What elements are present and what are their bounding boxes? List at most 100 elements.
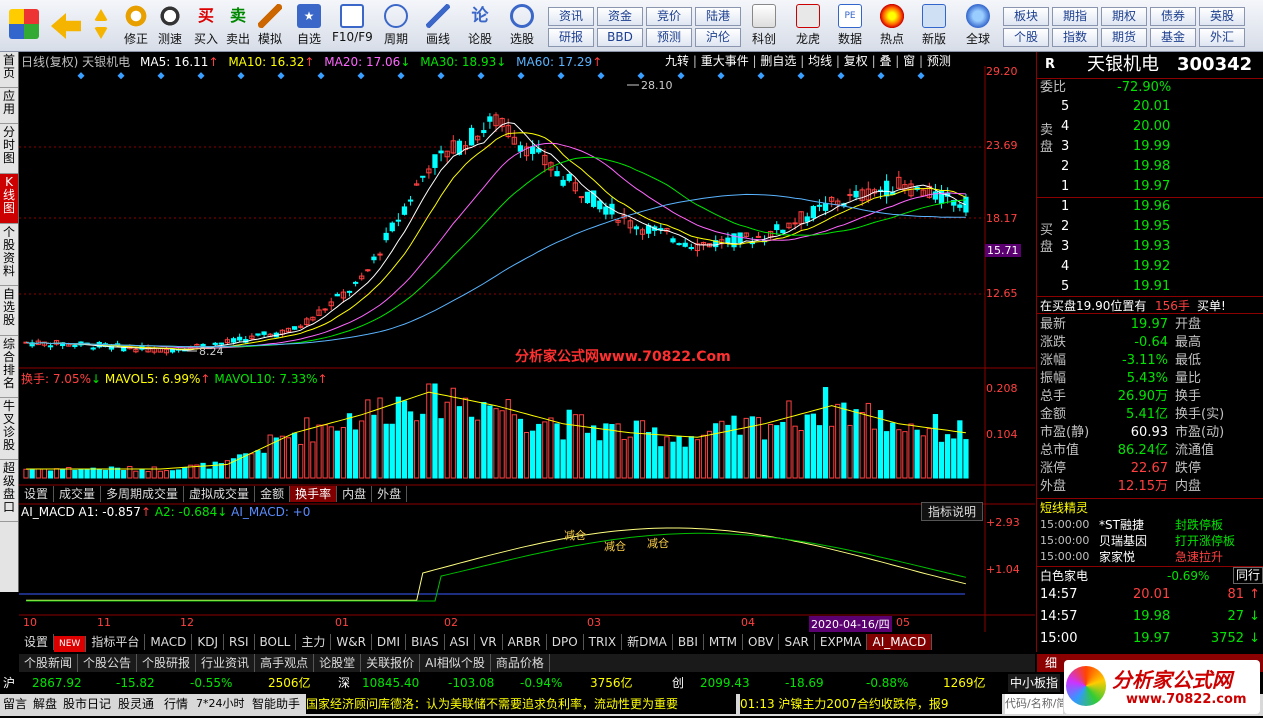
toolbar-discuss-button[interactable]: 论论股: [462, 3, 498, 49]
chart-area[interactable]: 日线(复权) 天银机电 MA5: 16.11↑ MA10: 16.32↑ MA2…: [19, 52, 1035, 632]
ind-tab[interactable]: 指标平台: [86, 634, 146, 650]
quick-news[interactable]: 资讯: [548, 7, 594, 26]
vol-tab[interactable]: 多周期成交量: [101, 486, 185, 502]
bottom-item[interactable]: 智能助手: [252, 694, 300, 712]
quick-forecast[interactable]: 预测: [646, 28, 692, 47]
toolbar-draw-button[interactable]: 画线: [420, 3, 456, 49]
ind-tab[interactable]: ARBR: [503, 634, 547, 650]
toolbar-hot-button[interactable]: 热点: [872, 3, 912, 49]
quick-funds[interactable]: 基金: [1150, 28, 1196, 47]
nav-stock-info[interactable]: 个股资料: [0, 224, 18, 286]
toolbar-global-button[interactable]: 全球: [958, 3, 998, 49]
ind-tab[interactable]: W&R: [331, 634, 372, 650]
nav-apps[interactable]: 应用: [0, 88, 18, 124]
quick-auction[interactable]: 竞价: [646, 7, 692, 26]
quick-fund[interactable]: 资金: [597, 7, 643, 26]
quick-index-futures[interactable]: 期指: [1052, 7, 1098, 26]
nav-timeshare[interactable]: 分时图: [0, 124, 18, 174]
ind-tab[interactable]: MTM: [704, 634, 743, 650]
quick-forex[interactable]: 外汇: [1199, 28, 1245, 47]
vol-tab[interactable]: 虚拟成交量: [184, 486, 256, 502]
peer-tab[interactable]: 同行: [1233, 567, 1263, 584]
bottom-item[interactable]: 解盘: [33, 694, 57, 712]
news-tab[interactable]: 高手观点: [255, 654, 315, 672]
news-tab[interactable]: 论股堂: [314, 654, 362, 672]
nav-watchlist[interactable]: 自选股: [0, 286, 18, 336]
kline-chart[interactable]: 28.10 8.24: [19, 52, 1035, 632]
ind-tab[interactable]: MACD: [145, 634, 193, 650]
news-tab[interactable]: 商品价格: [491, 654, 550, 672]
quick-index[interactable]: 指数: [1052, 28, 1098, 47]
ind-tab[interactable]: BOLL: [255, 634, 297, 650]
ind-tab[interactable]: BBI: [673, 634, 704, 650]
vol-tab-active[interactable]: 换手率: [290, 486, 338, 502]
quick-hk-link[interactable]: 陆港: [695, 7, 741, 26]
vol-tab[interactable]: 成交量: [54, 486, 102, 502]
toolbar-buy-button[interactable]: 买买入: [188, 3, 224, 49]
ind-tab[interactable]: TRIX: [584, 634, 623, 650]
ind-tab[interactable]: SAR: [779, 634, 815, 650]
quick-uk-stocks[interactable]: 英股: [1199, 7, 1245, 26]
ind-tab[interactable]: EXPMA: [815, 634, 868, 650]
bottom-item[interactable]: 股市日记: [63, 694, 111, 712]
news-tab[interactable]: AI相似个股: [420, 654, 491, 672]
quick-bonds[interactable]: 债券: [1150, 7, 1196, 26]
ind-tab-active[interactable]: AI_MACD: [867, 634, 933, 650]
bottom-item[interactable]: 股灵通: [118, 694, 154, 712]
toolbar-star-market-button[interactable]: 科创: [744, 3, 784, 49]
news-tab[interactable]: 个股新闻: [19, 654, 79, 672]
news-tab[interactable]: 个股研报: [137, 654, 197, 672]
toolbar-sell-button[interactable]: 卖卖出: [220, 3, 256, 49]
search-hint[interactable]: 代码/名称/简: [1005, 694, 1063, 714]
toolbar-select-button[interactable]: 选股: [504, 3, 540, 49]
vol-tab[interactable]: 内盘: [337, 486, 373, 502]
toolbar-fix-button[interactable]: 修正: [118, 3, 154, 49]
ind-tab[interactable]: KDJ: [192, 634, 224, 650]
nav-ranking[interactable]: 综合排名: [0, 336, 18, 398]
nav-diagnosis[interactable]: 牛叉诊股: [0, 398, 18, 460]
quick-report[interactable]: 研报: [548, 28, 594, 47]
toolbar-data-button[interactable]: PE 数据: [830, 3, 870, 49]
indicator-help-button[interactable]: 指标说明: [921, 502, 984, 521]
sector-row[interactable]: 白色家电 -0.69% 同行: [1037, 566, 1263, 584]
toolbar-dragon-button[interactable]: 龙虎: [788, 3, 828, 49]
toolbar-simulate-button[interactable]: 模拟: [252, 3, 288, 49]
ind-tab[interactable]: 设置: [19, 634, 55, 650]
news-tab[interactable]: 个股公告: [78, 654, 138, 672]
toolbar-speedtest-button[interactable]: 测速: [152, 3, 188, 49]
toolbar-f10-button[interactable]: F10/F9: [332, 3, 373, 49]
ind-tab[interactable]: DMI: [372, 634, 407, 650]
bottom-item[interactable]: 留言: [3, 694, 27, 712]
ind-tab[interactable]: 新DMA: [622, 634, 673, 650]
toolbar-period-button[interactable]: 周期: [378, 3, 414, 49]
short-elf-title[interactable]: 短线精灵: [1037, 498, 1263, 516]
news-tab[interactable]: 关联报价: [361, 654, 421, 672]
vol-tab[interactable]: 设置: [19, 486, 55, 502]
ind-tab[interactable]: RSI: [224, 634, 255, 650]
ind-tab[interactable]: VR: [475, 634, 503, 650]
nav-super-orderbook[interactable]: 超级盘口: [0, 460, 18, 522]
bottom-item[interactable]: 行情: [164, 694, 188, 712]
quick-sector[interactable]: 板块: [1003, 7, 1049, 26]
ind-tab[interactable]: DPO: [547, 634, 584, 650]
nav-kline[interactable]: K线图: [0, 174, 18, 224]
ind-tab[interactable]: BIAS: [406, 634, 445, 650]
news-tab[interactable]: 行业资讯: [196, 654, 256, 672]
toolbar-newversion-button[interactable]: 新版: [914, 3, 954, 49]
back-arrow-icon[interactable]: [48, 3, 84, 49]
quick-bbd[interactable]: BBD: [597, 28, 643, 47]
news-ticker[interactable]: 国家经济顾问库德洛：认为美联储不需要追求负利率，流动性更为重要: [306, 694, 736, 714]
vol-tab[interactable]: 外盘: [372, 486, 408, 502]
quick-futures[interactable]: 期货: [1101, 28, 1147, 47]
ind-tab[interactable]: OBV: [743, 634, 780, 650]
quick-options[interactable]: 期权: [1101, 7, 1147, 26]
news-ticker-2[interactable]: 01:13 沪镍主力2007合约收跌停，报9: [740, 694, 1002, 714]
nav-home[interactable]: 首页: [0, 52, 18, 88]
ind-tab[interactable]: ASI: [445, 634, 476, 650]
menu-grid-icon[interactable]: [6, 3, 42, 49]
vol-tab[interactable]: 金额: [255, 486, 291, 502]
toolbar-watchlist-button[interactable]: ★ 自选: [291, 3, 327, 49]
bottom-item[interactable]: 7*24小时: [196, 694, 245, 712]
quick-stocks[interactable]: 个股: [1003, 28, 1049, 47]
quick-shanghai-london[interactable]: 沪伦: [695, 28, 741, 47]
